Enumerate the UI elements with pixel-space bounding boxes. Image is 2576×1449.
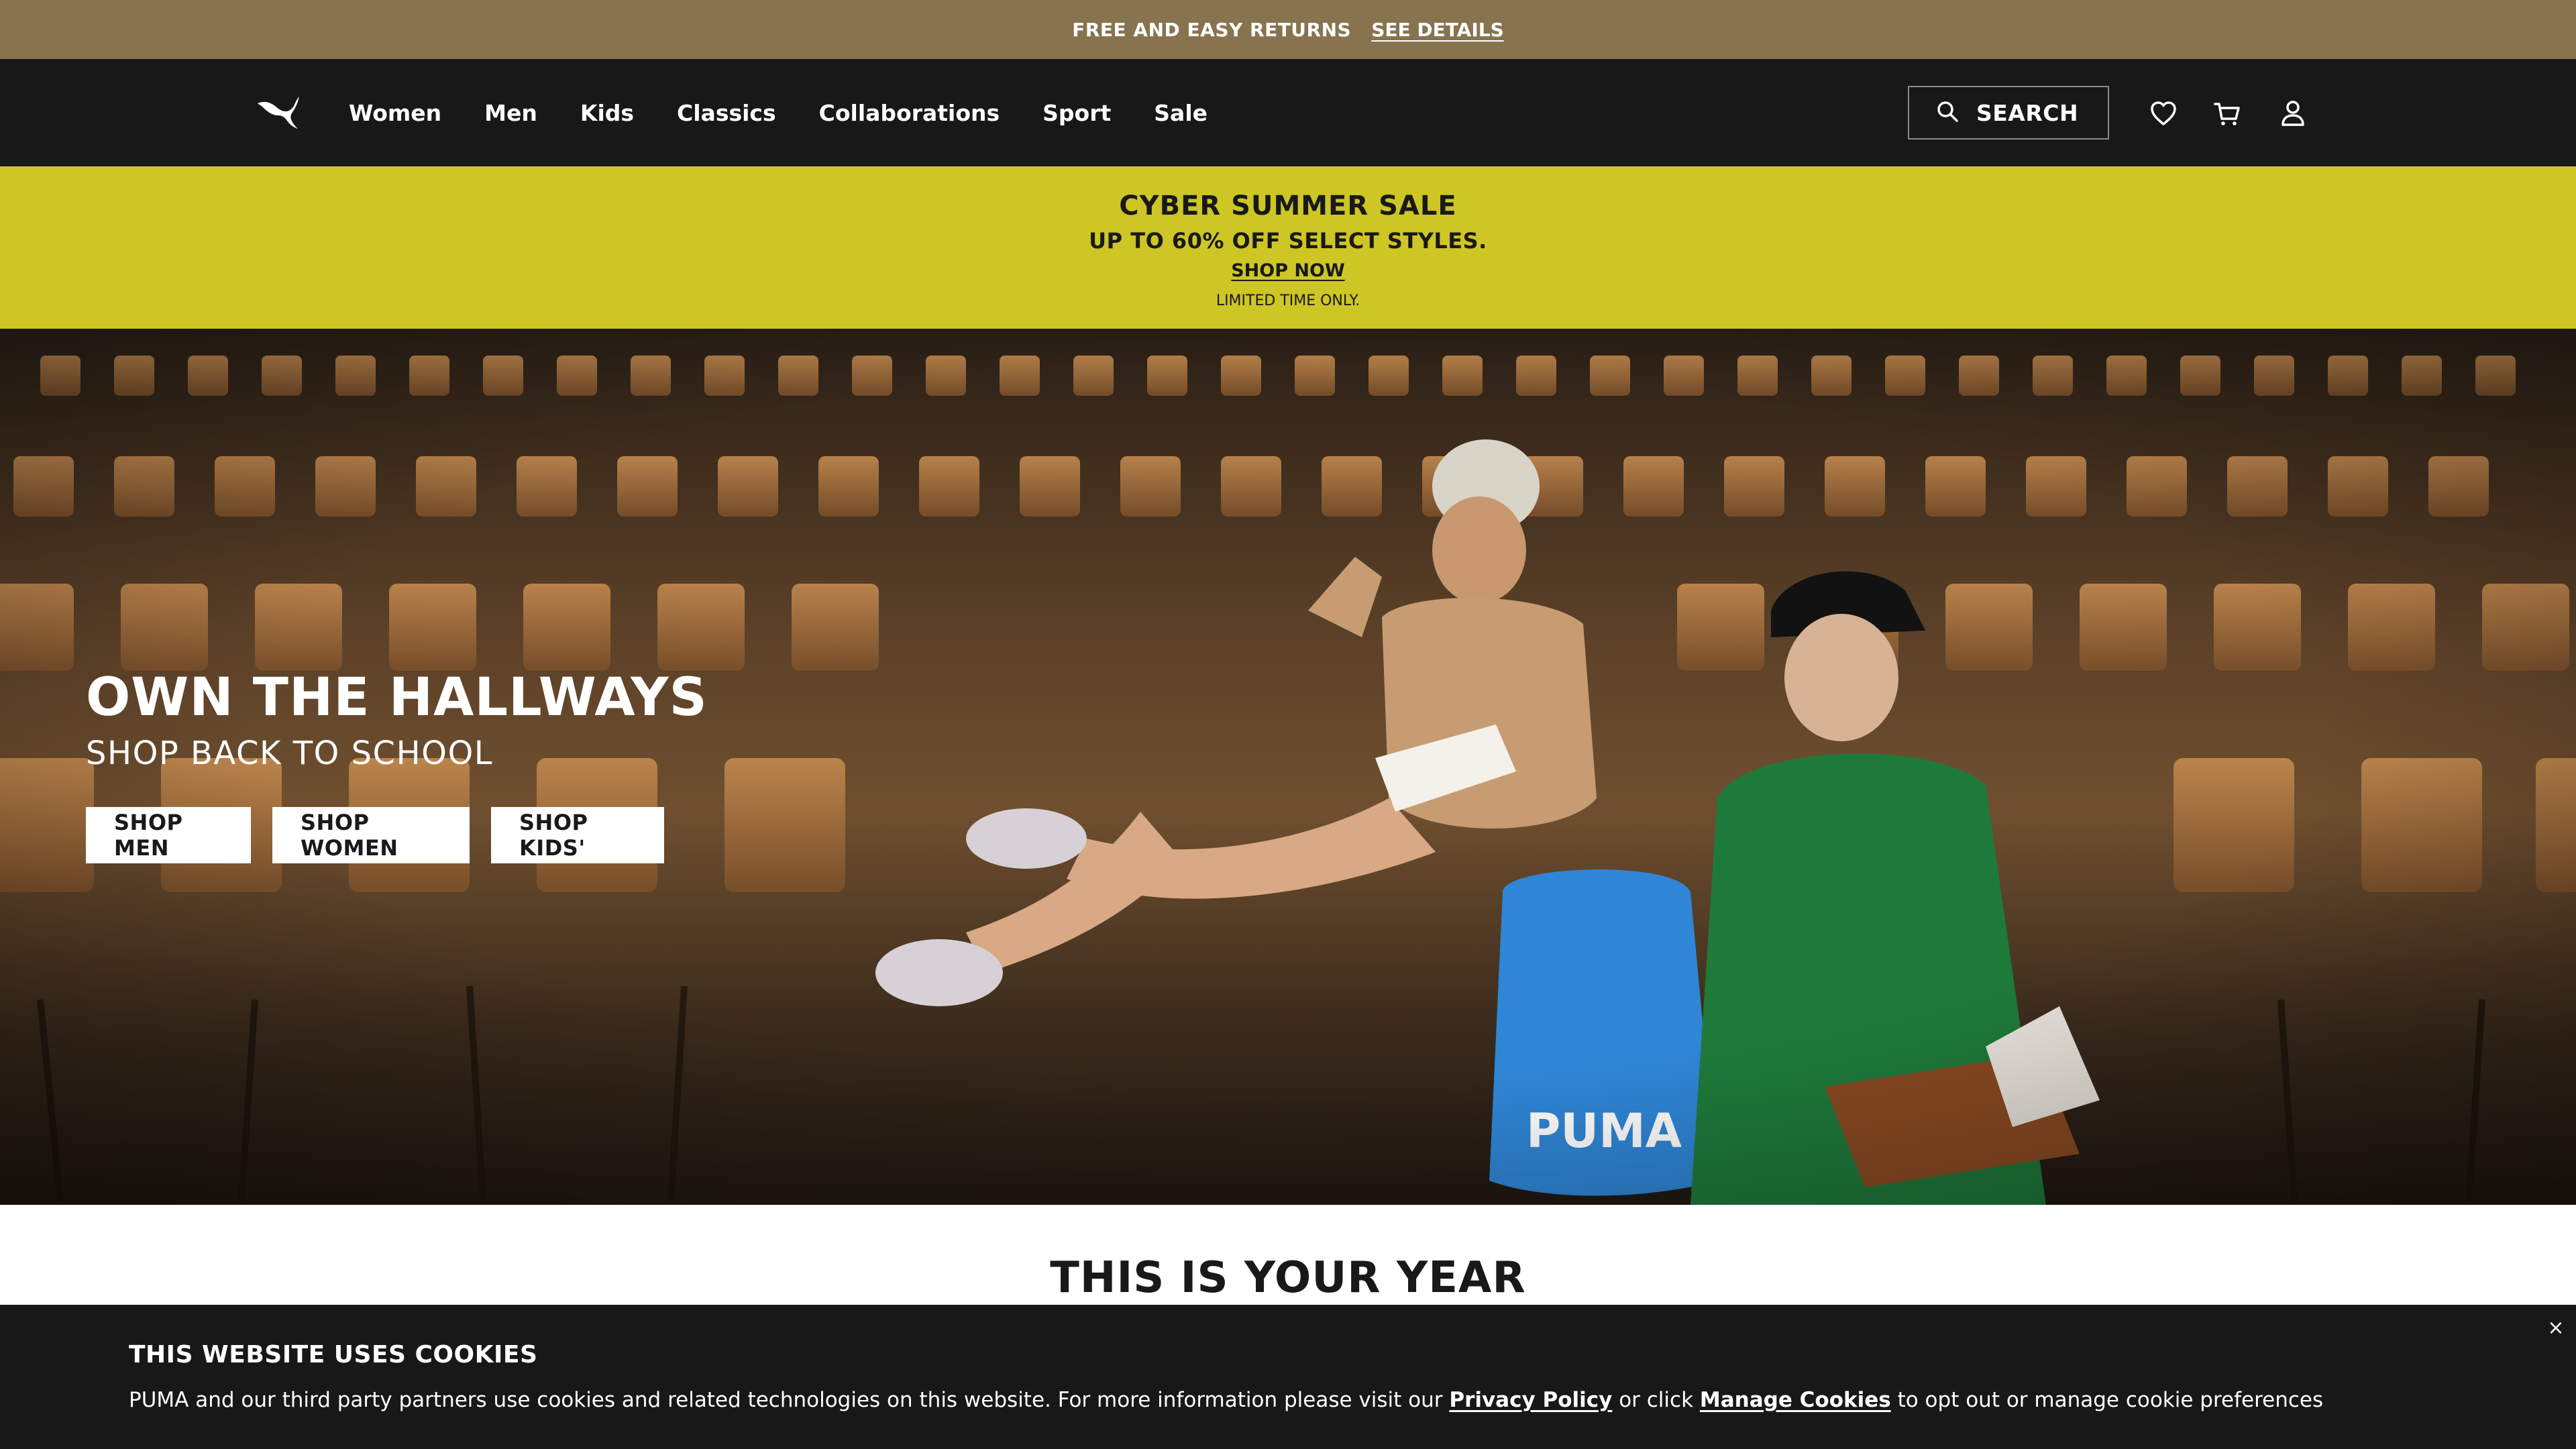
search-label: SEARCH bbox=[1976, 99, 2079, 126]
sale-title: CYBER SUMMER SALE bbox=[1119, 191, 1457, 221]
manage-cookies-link[interactable]: Manage Cookies bbox=[1700, 1388, 1891, 1412]
cookie-text: PUMA and our third party partners use co… bbox=[129, 1388, 2324, 1412]
search-icon bbox=[1936, 100, 1959, 125]
shop-kids-button[interactable]: SHOP KIDS' bbox=[491, 807, 664, 863]
hero-banner: PUMA OWN THE HALLWAYS SHOP BACK TO SCHOO… bbox=[0, 329, 2576, 1205]
hero-subtitle: SHOP BACK TO SCHOOL bbox=[86, 735, 493, 772]
sale-subtitle: UP TO 60% OFF SELECT STYLES. bbox=[1089, 228, 1487, 254]
main-menu: Women Men Kids Classics Collaborations S… bbox=[349, 59, 1208, 166]
nav-kids[interactable]: Kids bbox=[580, 100, 634, 126]
main-header: Women Men Kids Classics Collaborations S… bbox=[0, 59, 2576, 166]
shop-women-button[interactable]: SHOP WOMEN bbox=[272, 807, 470, 863]
cookie-title: THIS WEBSITE USES COOKIES bbox=[129, 1341, 538, 1368]
nav-men[interactable]: Men bbox=[484, 100, 537, 126]
heart-icon[interactable] bbox=[2147, 97, 2180, 130]
user-icon[interactable] bbox=[2276, 97, 2310, 130]
nav-sale[interactable]: Sale bbox=[1154, 100, 1208, 126]
hero-title: OWN THE HALLWAYS bbox=[86, 667, 708, 728]
puma-logo[interactable] bbox=[255, 91, 302, 131]
sale-note: LIMITED TIME ONLY. bbox=[1216, 292, 1360, 309]
hero-buttons: SHOP MEN SHOP WOMEN SHOP KIDS' bbox=[86, 807, 664, 863]
close-icon[interactable]: × bbox=[2542, 1314, 2569, 1341]
section-title: THIS IS YOUR YEAR bbox=[1050, 1253, 1526, 1303]
cookie-banner: THIS WEBSITE USES COOKIES PUMA and our t… bbox=[0, 1305, 2576, 1449]
see-details-link[interactable]: SEE DETAILS bbox=[1371, 19, 1504, 41]
privacy-policy-link[interactable]: Privacy Policy bbox=[1449, 1388, 1612, 1412]
nav-collaborations[interactable]: Collaborations bbox=[819, 100, 1000, 126]
promo-text: FREE AND EASY RETURNS bbox=[1072, 18, 1352, 41]
shop-now-link[interactable]: SHOP NOW bbox=[1231, 260, 1345, 281]
nav-women[interactable]: Women bbox=[349, 100, 441, 126]
nav-classics[interactable]: Classics bbox=[677, 100, 776, 126]
cart-icon[interactable] bbox=[2210, 97, 2244, 130]
sale-banner[interactable]: CYBER SUMMER SALE UP TO 60% OFF SELECT S… bbox=[0, 166, 2576, 329]
nav-sport[interactable]: Sport bbox=[1042, 100, 1111, 126]
promo-bar: FREE AND EASY RETURNS SEE DETAILS bbox=[0, 0, 2576, 59]
search-button[interactable]: SEARCH bbox=[1908, 86, 2109, 140]
shop-men-button[interactable]: SHOP MEN bbox=[86, 807, 251, 863]
